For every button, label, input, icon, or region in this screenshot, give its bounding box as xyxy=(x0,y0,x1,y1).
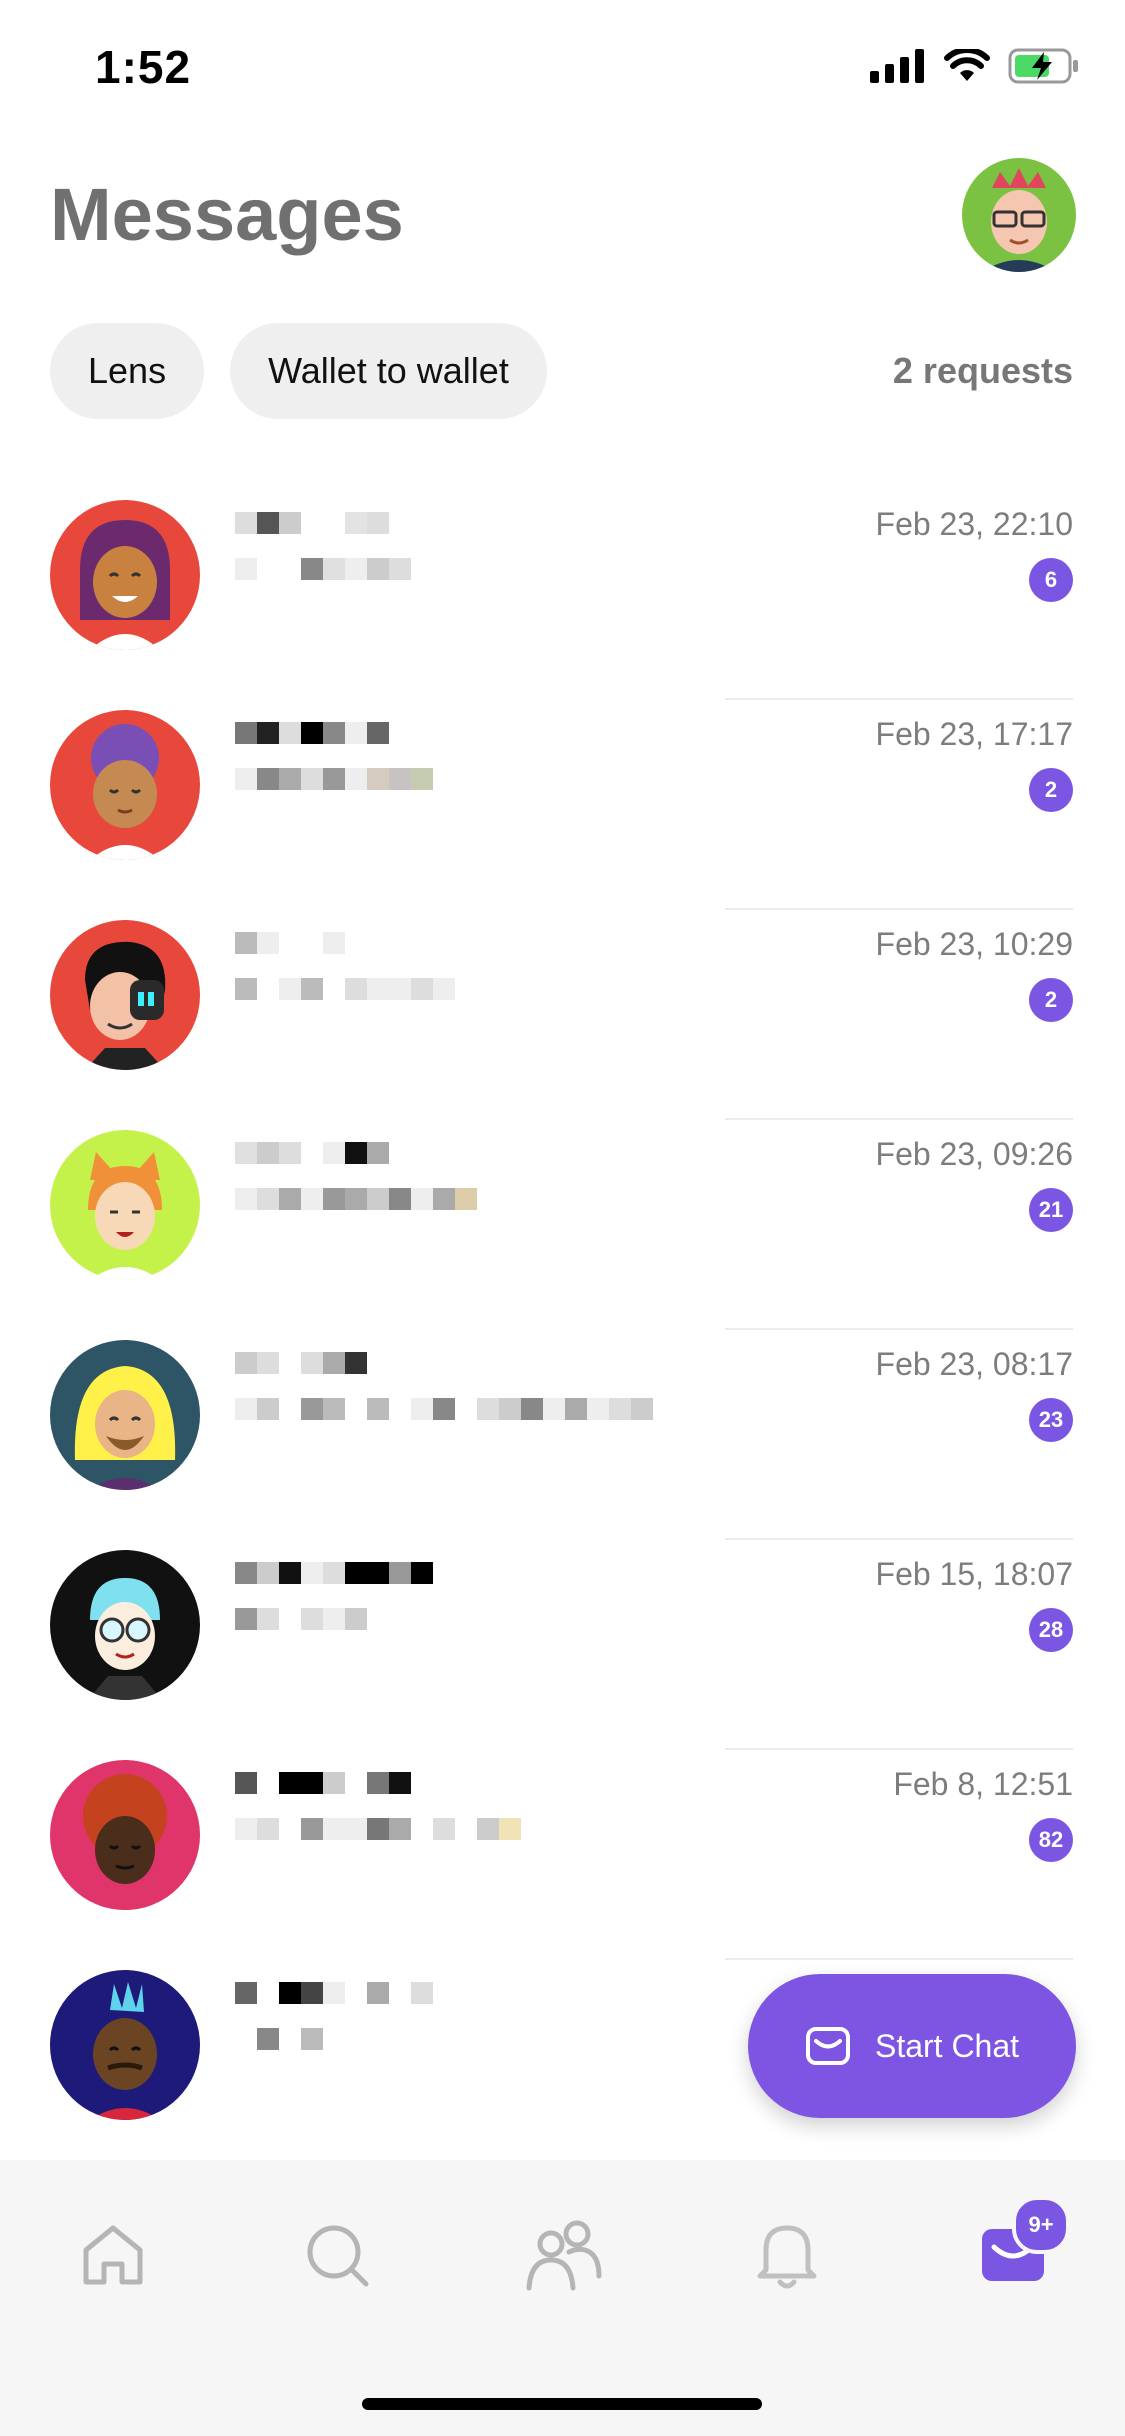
avatar xyxy=(50,920,200,1070)
wifi-icon xyxy=(944,49,990,81)
page-title: Messages xyxy=(50,173,404,256)
contact-name-redacted xyxy=(235,1772,411,1798)
filter-row: Lens Wallet to wallet xyxy=(50,323,547,419)
unread-badge: 6 xyxy=(1029,558,1073,602)
message-time: Feb 23, 09:26 xyxy=(875,1136,1073,1172)
message-preview-redacted xyxy=(235,1818,521,1844)
message-preview-redacted xyxy=(235,1188,477,1214)
contact-name-redacted xyxy=(235,1352,367,1378)
status-icons xyxy=(870,48,1080,84)
avatar xyxy=(50,1130,200,1280)
unread-badge: 2 xyxy=(1029,978,1073,1022)
avatar xyxy=(50,1760,200,1910)
unread-badge: 2 xyxy=(1029,768,1073,812)
message-preview-redacted xyxy=(235,1608,367,1634)
status-bar: 1:52 xyxy=(0,0,1125,140)
profile-avatar[interactable] xyxy=(962,158,1076,272)
message-preview-redacted xyxy=(235,2028,323,2054)
message-time: Feb 15, 18:07 xyxy=(875,1556,1073,1592)
unread-badge: 21 xyxy=(1029,1188,1073,1232)
message-preview-redacted xyxy=(235,1398,653,1424)
avatar xyxy=(50,710,200,860)
contact-name-redacted xyxy=(235,1982,433,2008)
contact-name-redacted xyxy=(235,512,389,538)
tab-messages[interactable]: 9+ xyxy=(968,2196,1070,2300)
start-chat-label: Start Chat xyxy=(874,2027,1020,2064)
conversation-row[interactable]: Feb 8, 12:51 82 xyxy=(0,1750,1125,1960)
bell-icon xyxy=(757,2225,817,2289)
conversation-row[interactable]: Feb 23, 17:17 2 xyxy=(0,700,1125,910)
status-time: 1:52 xyxy=(95,41,192,93)
search-icon xyxy=(307,2225,369,2287)
chat-envelope-icon xyxy=(805,2027,850,2065)
unread-badge: 23 xyxy=(1029,1398,1073,1442)
home-indicator xyxy=(362,2398,762,2410)
contact-name-redacted xyxy=(235,1562,433,1588)
conversation-row[interactable]: Feb 23, 10:29 2 xyxy=(0,910,1125,1120)
messages-badge: 9+ xyxy=(1012,2196,1070,2254)
unread-badge: 82 xyxy=(1029,1818,1073,1862)
unread-badge: 28 xyxy=(1029,1608,1073,1652)
avatar xyxy=(50,500,200,650)
message-preview-redacted xyxy=(235,978,455,1004)
contact-name-redacted xyxy=(235,932,345,958)
home-icon xyxy=(83,2225,143,2285)
avatar xyxy=(50,1970,200,2120)
message-time: Feb 23, 08:17 xyxy=(875,1346,1073,1382)
message-preview-redacted xyxy=(235,558,411,584)
message-time: Feb 23, 10:29 xyxy=(875,926,1073,962)
cellular-signal-icon xyxy=(870,49,924,83)
people-icon xyxy=(526,2220,602,2291)
conversation-row[interactable]: Feb 23, 22:10 6 xyxy=(0,490,1125,700)
tab-people[interactable] xyxy=(518,2210,608,2300)
chip-lens[interactable]: Lens xyxy=(50,323,205,419)
requests-link[interactable]: 2 requests xyxy=(893,350,1073,392)
conversation-row[interactable]: Feb 23, 09:26 21 xyxy=(0,1120,1125,1330)
contact-name-redacted xyxy=(235,722,389,748)
conversation-list: Feb 23, 22:10 6 Feb 23, 17:17 2 Feb 23, … xyxy=(0,490,1125,2170)
start-chat-button[interactable]: Start Chat xyxy=(748,1974,1076,2118)
message-time: Feb 23, 17:17 xyxy=(875,716,1073,752)
tab-home[interactable] xyxy=(68,2210,158,2300)
contact-name-redacted xyxy=(235,1142,389,1168)
message-time: Feb 8, 12:51 xyxy=(893,1766,1073,1802)
avatar xyxy=(50,1550,200,1700)
conversation-row[interactable]: Feb 15, 18:07 28 xyxy=(0,1540,1125,1750)
tab-notifications[interactable] xyxy=(742,2210,832,2300)
battery-charging-icon xyxy=(1008,48,1078,84)
avatar xyxy=(50,1340,200,1490)
tab-explore[interactable] xyxy=(292,2210,382,2300)
message-time: Feb 23, 22:10 xyxy=(875,506,1073,542)
conversation-row[interactable]: Feb 23, 08:17 23 xyxy=(0,1330,1125,1540)
chip-wallet-to-wallet[interactable]: Wallet to wallet xyxy=(230,323,547,419)
message-preview-redacted xyxy=(235,768,433,794)
bottom-tab-bar: 9+ xyxy=(0,2160,1125,2436)
